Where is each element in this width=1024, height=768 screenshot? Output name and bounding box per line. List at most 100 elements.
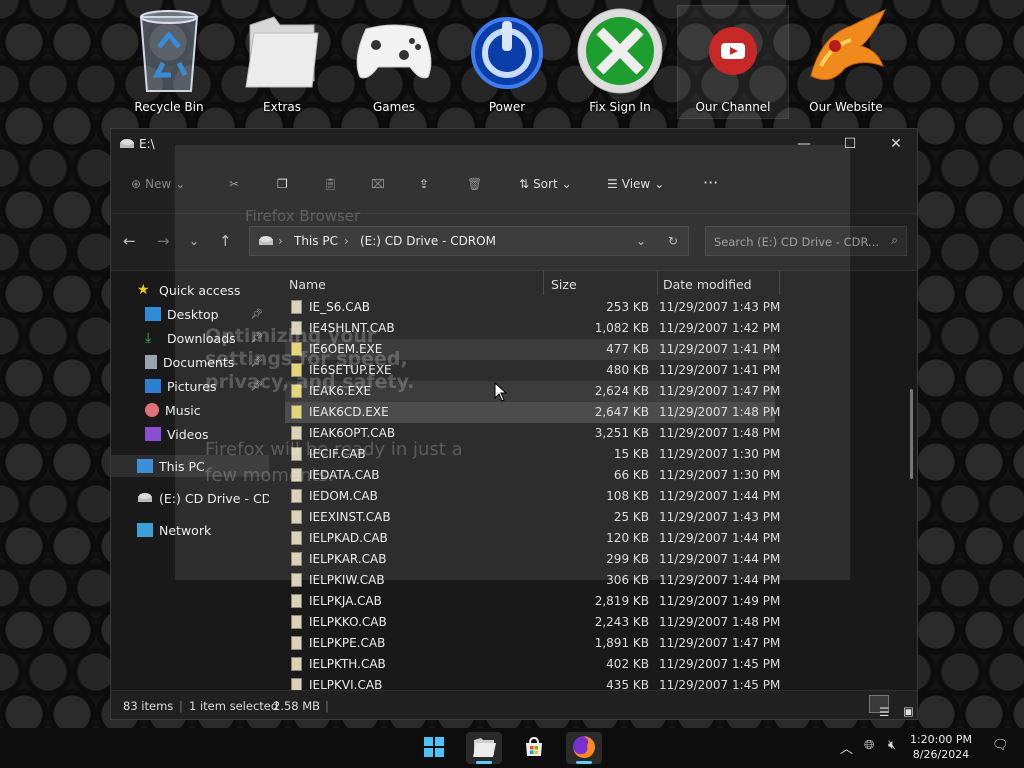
desktop-icon-power[interactable]: Power: [452, 6, 562, 118]
table-row[interactable]: IECIF.CAB 15 KB 11/29/2007 1:30 PM: [285, 444, 780, 465]
desktop-icon-games[interactable]: Games: [339, 6, 449, 118]
table-row[interactable]: IEDOM.CAB 108 KB 11/29/2007 1:44 PM: [285, 486, 780, 507]
delete-button[interactable]: 🗑︎: [467, 177, 482, 191]
sidebar-item-cd-drive[interactable]: (E:) CD Drive - CDR: [111, 487, 269, 509]
column-header-date[interactable]: Date modified: [663, 277, 752, 292]
sidebar-item-label: Downloads: [167, 330, 236, 346]
firefox-icon: [572, 735, 596, 762]
file-size: 306 KB: [606, 573, 649, 587]
view-button[interactable]: ☰ View ⌄: [607, 177, 664, 191]
table-row[interactable]: IELPKVI.CAB 435 KB 11/29/2007 1:45 PM: [285, 675, 780, 691]
column-divider[interactable]: [779, 271, 780, 295]
forward-button[interactable]: →: [157, 232, 170, 250]
recent-locations-button[interactable]: ⌄: [189, 234, 199, 248]
paste-button[interactable]: 📋︎: [323, 177, 338, 191]
arrow-left-icon: ←: [123, 232, 136, 250]
sidebar-item-downloads[interactable]: ⤓ Downloads 📌︎: [111, 327, 269, 349]
close-button[interactable]: ✕: [873, 129, 919, 159]
table-row[interactable]: IEAK6CD.EXE 2,647 KB 11/29/2007 1:48 PM: [285, 402, 780, 423]
share-button[interactable]: ⇪: [419, 177, 429, 191]
maximize-button[interactable]: ☐: [827, 129, 873, 159]
desktop-icon-fix-sign-in[interactable]: Fix Sign In: [565, 6, 675, 118]
table-row[interactable]: IEEXINST.CAB 25 KB 11/29/2007 1:43 PM: [285, 507, 780, 528]
clock-time: 1:20:00 PM: [909, 733, 972, 746]
taskbar-firefox[interactable]: [566, 732, 602, 764]
rename-button[interactable]: ⌧: [371, 177, 385, 191]
file-date: 11/29/2007 1:44 PM: [659, 531, 781, 545]
file-date: 11/29/2007 1:41 PM: [659, 363, 781, 377]
table-row[interactable]: IELPKPE.CAB 1,891 KB 11/29/2007 1:47 PM: [285, 633, 780, 654]
column-header-size[interactable]: Size: [551, 277, 577, 292]
desktop-icon-label: Power: [488, 100, 526, 114]
breadcrumb-this-pc[interactable]: This PC: [294, 234, 338, 248]
cab-file-icon: [291, 657, 302, 671]
table-row[interactable]: IELPKAD.CAB 120 KB 11/29/2007 1:44 PM: [285, 528, 780, 549]
sidebar-item-desktop[interactable]: Desktop 📌︎: [111, 303, 269, 325]
more-options-button[interactable]: ···: [703, 173, 718, 192]
table-row[interactable]: IEAK6.EXE 2,624 KB 11/29/2007 1:47 PM: [285, 381, 780, 402]
sidebar-item-videos[interactable]: Videos: [111, 423, 269, 445]
breadcrumb-separator: ›: [344, 234, 349, 248]
desktop-icon-extras[interactable]: Extras: [227, 6, 337, 118]
tiles-view-button[interactable]: ▣: [893, 695, 914, 718]
address-dropdown-button[interactable]: ⌄: [636, 234, 646, 248]
taskbar-store[interactable]: [516, 732, 552, 764]
desktop-icon-our-website[interactable]: Our Website: [791, 6, 901, 118]
exe-file-icon: [291, 384, 302, 398]
sidebar-item-music[interactable]: Music: [111, 399, 269, 421]
file-name: IEAK6OPT.CAB: [309, 426, 396, 440]
refresh-button[interactable]: ↻: [668, 234, 678, 248]
volume-muted-icon[interactable]: 🔇︎: [888, 738, 896, 753]
scissors-icon: ✂: [229, 177, 240, 191]
breadcrumb-cd-drive[interactable]: (E:) CD Drive - CDROM: [360, 234, 496, 248]
desktop-icon-our-channel[interactable]: Our Channel: [677, 5, 789, 119]
file-size: 25 KB: [613, 510, 649, 524]
table-row[interactable]: IELPKJA.CAB 2,819 KB 11/29/2007 1:49 PM: [285, 591, 780, 612]
exe-file-icon: [291, 405, 302, 419]
network-globe-icon[interactable]: 🌐︎: [864, 738, 874, 753]
sidebar-item-documents[interactable]: Documents 📌︎: [111, 351, 269, 373]
clipboard-icon: 📋︎: [323, 177, 339, 191]
table-row[interactable]: IELPKKO.CAB 2,243 KB 11/29/2007 1:48 PM: [285, 612, 780, 633]
details-view-button[interactable]: ☰: [869, 695, 889, 719]
taskbar-file-explorer[interactable]: [466, 732, 502, 764]
copy-button[interactable]: ❐: [277, 177, 288, 191]
sidebar-item-this-pc[interactable]: This PC: [111, 455, 269, 477]
table-row[interactable]: IELPKTH.CAB 402 KB 11/29/2007 1:45 PM: [285, 654, 780, 675]
notification-center-button[interactable]: 🗨︎: [992, 738, 1009, 753]
sidebar-item-network[interactable]: Network: [111, 519, 269, 541]
table-row[interactable]: IE6OEM.EXE 477 KB 11/29/2007 1:41 PM: [285, 339, 780, 360]
start-button[interactable]: [416, 732, 452, 764]
system-clock[interactable]: 1:20:00 PM 8/26/2024: [910, 732, 972, 762]
xbox-icon: [575, 6, 665, 96]
sidebar-item-pictures[interactable]: Pictures 📌︎: [111, 375, 269, 397]
table-row[interactable]: IELPKAR.CAB 299 KB 11/29/2007 1:44 PM: [285, 549, 780, 570]
cut-button[interactable]: ✂: [229, 177, 239, 191]
file-size: 2,624 KB: [594, 384, 649, 398]
up-button[interactable]: ↑: [219, 232, 232, 250]
table-row[interactable]: IE4SHLNT.CAB 1,082 KB 11/29/2007 1:42 PM: [285, 318, 780, 339]
sidebar-item-quick-access[interactable]: ★ Quick access: [111, 279, 269, 301]
table-row[interactable]: IEDATA.CAB 66 KB 11/29/2007 1:30 PM: [285, 465, 780, 486]
file-size: 108 KB: [606, 489, 649, 503]
column-divider[interactable]: [657, 271, 658, 295]
table-row[interactable]: IELPKIW.CAB 306 KB 11/29/2007 1:44 PM: [285, 570, 780, 591]
column-divider[interactable]: [543, 271, 544, 295]
table-row[interactable]: IE6SETUP.EXE 480 KB 11/29/2007 1:41 PM: [285, 360, 780, 381]
title-bar[interactable]: E:\ — ☐ ✕: [111, 129, 917, 159]
column-header-name[interactable]: Name: [289, 277, 326, 292]
minimize-button[interactable]: —: [781, 129, 827, 159]
search-box[interactable]: Search (E:) CD Drive - CDR... ⌕: [705, 226, 907, 256]
sort-button[interactable]: ⇅ Sort ⌄: [519, 177, 572, 191]
vertical-scrollbar[interactable]: [910, 389, 913, 479]
new-button[interactable]: ⊕ New ⌄: [131, 177, 185, 191]
back-button[interactable]: ←: [123, 232, 136, 250]
file-size: 2,243 KB: [594, 615, 649, 629]
file-name: IECIF.CAB: [309, 447, 366, 461]
address-bar[interactable]: › This PC › (E:) CD Drive - CDROM ⌄ ↻: [249, 226, 689, 256]
file-size: 480 KB: [606, 363, 649, 377]
show-hidden-icons-button[interactable]: ︿: [840, 738, 853, 757]
desktop-icon-recycle-bin[interactable]: Recycle Bin: [114, 6, 224, 118]
table-row[interactable]: IE_S6.CAB 253 KB 11/29/2007 1:43 PM: [285, 297, 780, 318]
table-row[interactable]: IEAK6OPT.CAB 3,251 KB 11/29/2007 1:48 PM: [285, 423, 780, 444]
